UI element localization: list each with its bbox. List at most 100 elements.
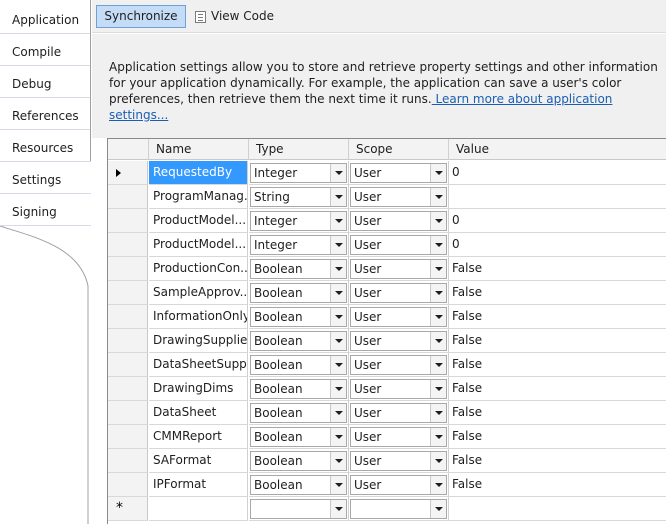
scope-dropdown[interactable]: User: [350, 475, 447, 495]
table-row[interactable]: SampleApprov... Boolean User False: [108, 281, 666, 305]
new-setting-name-cell[interactable]: [149, 497, 248, 521]
type-dropdown[interactable]: Boolean: [250, 427, 347, 447]
chevron-down-icon[interactable]: [430, 500, 446, 518]
type-dropdown[interactable]: Boolean: [250, 259, 347, 279]
chevron-down-icon[interactable]: [330, 212, 346, 230]
column-header-scope[interactable]: Scope: [349, 139, 449, 160]
chevron-down-icon[interactable]: [430, 452, 446, 470]
chevron-down-icon[interactable]: [330, 332, 346, 350]
setting-name-cell[interactable]: DataSheetSuppl...: [149, 353, 248, 377]
row-header[interactable]: [108, 161, 148, 185]
scope-dropdown[interactable]: User: [350, 427, 447, 447]
setting-value-cell[interactable]: False: [448, 353, 666, 377]
scope-dropdown[interactable]: User: [350, 331, 447, 351]
chevron-down-icon[interactable]: [430, 380, 446, 398]
type-dropdown[interactable]: Boolean: [250, 283, 347, 303]
setting-value-cell[interactable]: False: [448, 377, 666, 401]
scope-dropdown[interactable]: User: [350, 235, 447, 255]
scope-dropdown[interactable]: User: [350, 451, 447, 471]
column-header-name[interactable]: Name: [149, 139, 249, 160]
chevron-down-icon[interactable]: [430, 476, 446, 494]
table-row[interactable]: ProductModel... Integer User 0: [108, 233, 666, 257]
chevron-down-icon[interactable]: [330, 308, 346, 326]
setting-name-cell[interactable]: DrawingSupplied: [149, 329, 248, 353]
scope-dropdown[interactable]: User: [350, 307, 447, 327]
chevron-down-icon[interactable]: [330, 452, 346, 470]
setting-name-cell[interactable]: ProgramManag...: [149, 185, 248, 209]
setting-value-cell[interactable]: False: [448, 257, 666, 281]
row-header[interactable]: [108, 425, 148, 449]
setting-value-cell[interactable]: 0: [448, 161, 666, 185]
setting-name-cell[interactable]: SampleApprov...: [149, 281, 248, 305]
type-dropdown[interactable]: Integer: [250, 235, 347, 255]
row-header[interactable]: [108, 401, 148, 425]
table-row[interactable]: ProgramManag... String User: [108, 185, 666, 209]
chevron-down-icon[interactable]: [330, 164, 346, 182]
scope-dropdown[interactable]: [350, 499, 447, 519]
chevron-down-icon[interactable]: [430, 164, 446, 182]
table-row[interactable]: DrawingDims Boolean User False: [108, 377, 666, 401]
tab-compile[interactable]: Compile: [0, 34, 91, 66]
table-row[interactable]: SAFormat Boolean User False: [108, 449, 666, 473]
setting-name-cell[interactable]: ProductionCon...: [149, 257, 248, 281]
column-header-value[interactable]: Value: [449, 139, 666, 160]
table-row[interactable]: ProductModel... Integer User 0: [108, 209, 666, 233]
column-header-type[interactable]: Type: [249, 139, 349, 160]
setting-name-cell[interactable]: CMMReport: [149, 425, 248, 449]
chevron-down-icon[interactable]: [430, 284, 446, 302]
tab-application[interactable]: Application: [0, 2, 91, 34]
scope-dropdown[interactable]: User: [350, 211, 447, 231]
setting-name-cell[interactable]: InformationOnly: [149, 305, 248, 329]
type-dropdown[interactable]: Integer: [250, 211, 347, 231]
row-header[interactable]: [108, 185, 148, 209]
row-header[interactable]: *: [108, 497, 148, 521]
chevron-down-icon[interactable]: [430, 260, 446, 278]
setting-name-cell[interactable]: IPFormat: [149, 473, 248, 497]
row-header[interactable]: [108, 449, 148, 473]
chevron-down-icon[interactable]: [430, 428, 446, 446]
type-dropdown[interactable]: Integer: [250, 163, 347, 183]
chevron-down-icon[interactable]: [330, 404, 346, 422]
type-dropdown[interactable]: Boolean: [250, 403, 347, 423]
row-header[interactable]: [108, 281, 148, 305]
scope-dropdown[interactable]: User: [350, 187, 447, 207]
chevron-down-icon[interactable]: [330, 428, 346, 446]
chevron-down-icon[interactable]: [430, 356, 446, 374]
table-row[interactable]: CMMReport Boolean User False: [108, 425, 666, 449]
row-header[interactable]: [108, 353, 148, 377]
setting-value-cell[interactable]: False: [448, 425, 666, 449]
row-header[interactable]: [108, 473, 148, 497]
row-header[interactable]: [108, 209, 148, 233]
setting-value-cell[interactable]: False: [448, 305, 666, 329]
chevron-down-icon[interactable]: [330, 356, 346, 374]
chevron-down-icon[interactable]: [330, 236, 346, 254]
setting-name-cell[interactable]: RequestedBy: [149, 161, 248, 185]
row-header[interactable]: [108, 233, 148, 257]
chevron-down-icon[interactable]: [430, 188, 446, 206]
setting-value-cell[interactable]: False: [448, 329, 666, 353]
chevron-down-icon[interactable]: [330, 500, 346, 518]
tab-debug[interactable]: Debug: [0, 66, 91, 98]
table-row[interactable]: DataSheet Boolean User False: [108, 401, 666, 425]
setting-value-cell[interactable]: 0: [448, 233, 666, 257]
synchronize-button[interactable]: Synchronize: [96, 5, 186, 28]
scope-dropdown[interactable]: User: [350, 355, 447, 375]
setting-name-cell[interactable]: DrawingDims: [149, 377, 248, 401]
table-row[interactable]: RequestedBy Integer User 0: [108, 161, 666, 185]
chevron-down-icon[interactable]: [430, 404, 446, 422]
chevron-down-icon[interactable]: [330, 476, 346, 494]
table-row[interactable]: InformationOnly Boolean User False: [108, 305, 666, 329]
tab-resources[interactable]: Resources: [0, 130, 91, 162]
tab-signing[interactable]: Signing: [0, 194, 91, 226]
chevron-down-icon[interactable]: [330, 188, 346, 206]
table-row[interactable]: ProductionCon... Boolean User False: [108, 257, 666, 281]
view-code-button[interactable]: View Code: [195, 5, 274, 28]
setting-value-cell[interactable]: [448, 185, 666, 209]
setting-name-cell[interactable]: DataSheet: [149, 401, 248, 425]
row-header[interactable]: [108, 377, 148, 401]
chevron-down-icon[interactable]: [430, 236, 446, 254]
setting-value-cell[interactable]: 0: [448, 209, 666, 233]
new-setting-value-cell[interactable]: [448, 497, 666, 521]
tab-references[interactable]: References: [0, 98, 91, 130]
setting-value-cell[interactable]: False: [448, 473, 666, 497]
